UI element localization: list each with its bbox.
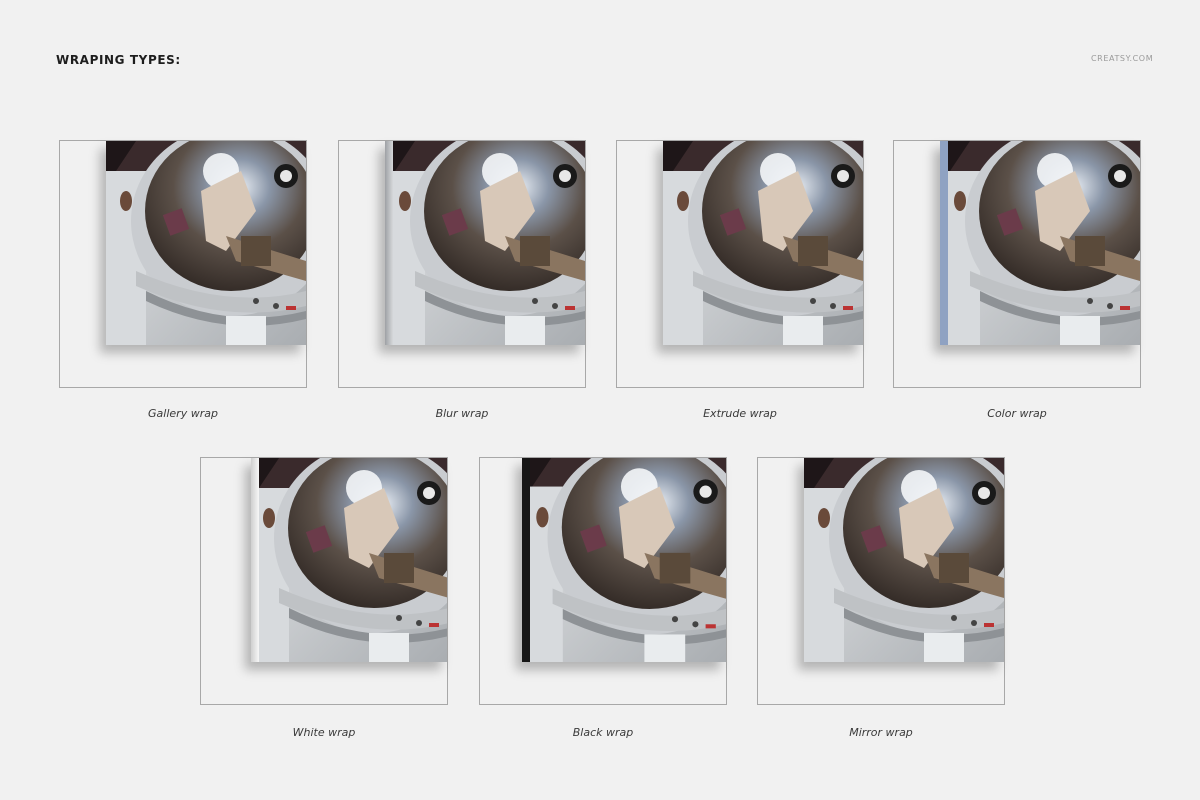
canvas-photo (804, 458, 1004, 662)
wrap-label-white: White wrap (292, 726, 356, 739)
wrap-label-color: Color wrap (987, 407, 1047, 420)
canvas-photo (385, 141, 585, 345)
canvas-edge (940, 141, 948, 345)
canvas-photo (106, 141, 306, 345)
wrap-card-color[interactable] (893, 140, 1141, 388)
canvas-photo (522, 458, 726, 662)
wrap-card-gallery[interactable] (59, 140, 307, 388)
canvas-edge (251, 458, 259, 662)
canvas-photo (940, 141, 1140, 345)
canvas-photo (251, 458, 447, 662)
canvas-photo (663, 141, 863, 345)
wrap-label-mirror: Mirror wrap (849, 726, 913, 739)
canvas-edge (522, 458, 530, 662)
wrap-label-black: Black wrap (572, 726, 634, 739)
wrap-card-white[interactable] (200, 457, 448, 705)
canvas-edge (385, 141, 393, 345)
brand-watermark: CREATSY.COM (1091, 54, 1154, 63)
wrap-card-mirror[interactable] (757, 457, 1005, 705)
wrap-card-extrude[interactable] (616, 140, 864, 388)
page-title: WRAPING TYPES: (56, 53, 181, 67)
wrap-label-extrude: Extrude wrap (703, 407, 777, 420)
wrap-label-blur: Blur wrap (435, 407, 489, 420)
wrap-card-black[interactable] (479, 457, 727, 705)
wrap-card-blur[interactable] (338, 140, 586, 388)
wrap-label-gallery: Gallery wrap (148, 407, 218, 420)
